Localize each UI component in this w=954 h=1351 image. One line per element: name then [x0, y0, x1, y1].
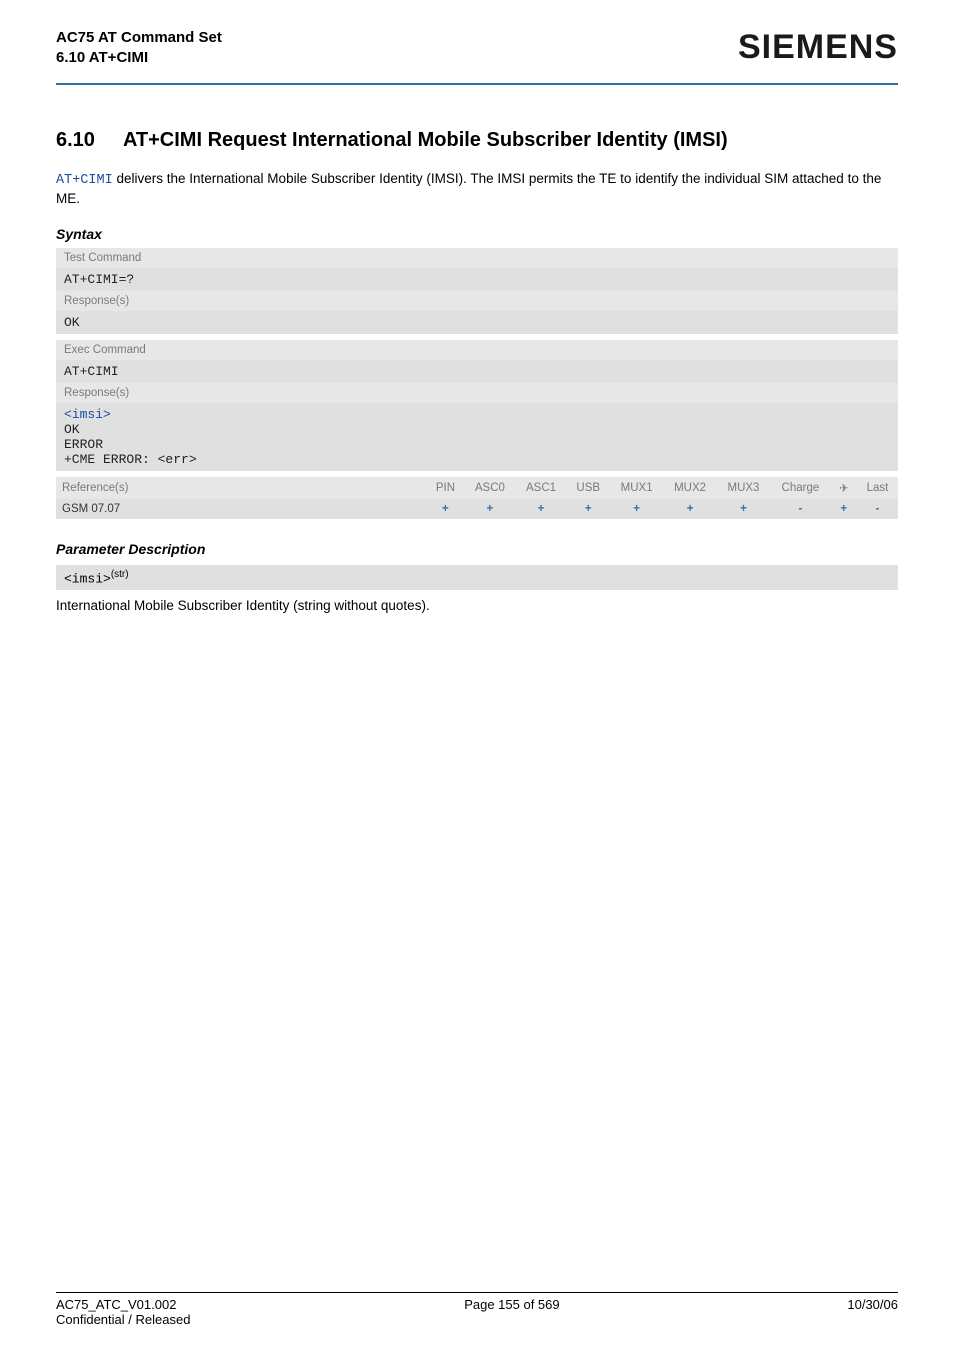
intro-paragraph: AT+CIMI delivers the International Mobil…	[56, 170, 898, 208]
intro-command-link[interactable]: AT+CIMI	[56, 173, 113, 188]
exec-response-ok: OK	[64, 422, 890, 437]
intro-rest: delivers the International Mobile Subscr…	[56, 171, 881, 206]
val-charge: -	[770, 499, 830, 519]
reference-header-row: Reference(s) PIN ASC0 ASC1 USB MUX1 MUX2…	[56, 477, 898, 499]
val-pin: +	[426, 499, 464, 519]
val-mux3: +	[717, 499, 770, 519]
val-plane: +	[831, 499, 857, 519]
val-mux2: +	[663, 499, 716, 519]
col-mux3: MUX3	[717, 477, 770, 499]
col-charge: Charge	[770, 477, 830, 499]
test-response-code: OK	[56, 311, 898, 334]
brand-logo: SIEMENS	[738, 28, 898, 67]
exec-response-imsi[interactable]: <imsi>	[64, 407, 890, 422]
exec-command-block: Exec Command AT+CIMI Response(s) <imsi> …	[56, 340, 898, 471]
parameter-description-text: International Mobile Subscriber Identity…	[56, 598, 898, 613]
col-asc1: ASC1	[515, 477, 566, 499]
val-mux1: +	[610, 499, 663, 519]
reference-block: Reference(s) PIN ASC0 ASC1 USB MUX1 MUX2…	[56, 477, 898, 519]
parameter-type: (str)	[111, 569, 129, 580]
reference-label: Reference(s)	[56, 477, 426, 499]
page-header: AC75 AT Command Set 6.10 AT+CIMI SIEMENS	[56, 28, 898, 69]
reference-body-label: GSM 07.07	[56, 499, 426, 519]
reference-body-row: GSM 07.07 + + + + + + + - + -	[56, 499, 898, 519]
col-asc0: ASC0	[464, 477, 515, 499]
col-usb: USB	[567, 477, 610, 499]
exec-response-error: ERROR	[64, 437, 890, 452]
doc-title: AC75 AT Command Set	[56, 28, 222, 48]
col-last: Last	[857, 477, 898, 499]
val-asc0: +	[464, 499, 515, 519]
test-command-label: Test Command	[56, 248, 898, 268]
test-response-label: Response(s)	[56, 291, 898, 311]
exec-response-code: <imsi> OK ERROR +CME ERROR: <err>	[56, 403, 898, 471]
val-last: -	[857, 499, 898, 519]
col-pin: PIN	[426, 477, 464, 499]
footer-right: 10/30/06	[847, 1297, 898, 1312]
footer-left: AC75_ATC_V01.002	[56, 1297, 176, 1312]
header-left: AC75 AT Command Set 6.10 AT+CIMI	[56, 28, 222, 69]
page-footer: AC75_ATC_V01.002 Page 155 of 569 10/30/0…	[56, 1292, 898, 1327]
footer-row-2: Confidential / Released	[56, 1312, 898, 1327]
test-command-code: AT+CIMI=?	[56, 268, 898, 291]
syntax-heading: Syntax	[56, 226, 898, 242]
test-command-block: Test Command AT+CIMI=? Response(s) OK	[56, 248, 898, 334]
exec-command-label: Exec Command	[56, 340, 898, 360]
parameter-name: <imsi>	[64, 571, 111, 586]
exec-command-code: AT+CIMI	[56, 360, 898, 383]
val-asc1: +	[515, 499, 566, 519]
footer-divider	[56, 1292, 898, 1293]
footer-row-1: AC75_ATC_V01.002 Page 155 of 569 10/30/0…	[56, 1297, 898, 1312]
exec-response-label: Response(s)	[56, 383, 898, 403]
col-mux1: MUX1	[610, 477, 663, 499]
section-title-text: AT+CIMI Request International Mobile Sub…	[123, 129, 898, 152]
val-usb: +	[567, 499, 610, 519]
section-number: 6.10	[56, 129, 95, 152]
parameter-box: <imsi>(str)	[56, 565, 898, 590]
header-divider	[56, 83, 898, 85]
section-heading: 6.10 AT+CIMI Request International Mobil…	[56, 129, 898, 152]
reference-table: Reference(s) PIN ASC0 ASC1 USB MUX1 MUX2…	[56, 477, 898, 519]
footer-center: Page 155 of 569	[464, 1297, 559, 1312]
col-plane-icon: ✈	[831, 477, 857, 499]
col-mux2: MUX2	[663, 477, 716, 499]
parameter-description-heading: Parameter Description	[56, 541, 898, 557]
section-ref: 6.10 AT+CIMI	[56, 48, 222, 68]
exec-response-cme: +CME ERROR: <err>	[64, 452, 890, 467]
